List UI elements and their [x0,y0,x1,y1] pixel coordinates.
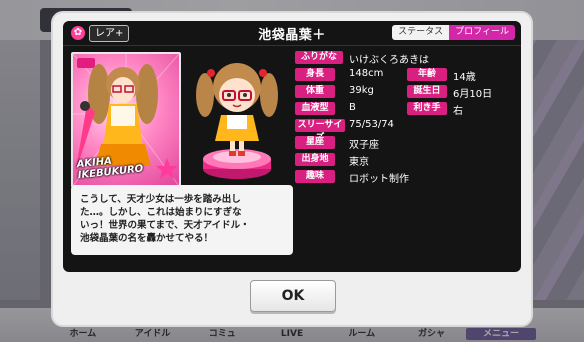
value-hobby: ロボット制作 [349,174,409,185]
label-blood-type: 血液型 [295,102,335,115]
description-line: こうして、天才少女は一歩を踏み出し [80,194,241,205]
value-birthday: 6月10日 [453,89,493,100]
label-birthplace: 出身地 [295,153,335,166]
value-birthplace: 東京 [349,157,369,168]
label-height: 身長 [295,68,335,81]
label-three-size: スリーサイズ [295,119,345,143]
label-birthday: 誕生日 [407,85,447,98]
label-age: 年齢 [407,68,447,81]
tab-status[interactable]: ステータス [392,25,450,40]
value-blood-type: B [349,102,356,113]
label-hobby: 趣味 [295,170,335,183]
card-description: こうして、天才少女は一歩を踏み出し た…。しかし、これは始まりにすぎな いっ！世… [71,185,293,255]
value-star-sign: 双子座 [349,140,379,151]
value-three-size: 75/53/74 [349,119,394,130]
tab-bar: ステータス プロフィール [392,25,515,40]
value-dominant-hand: 右 [453,106,463,117]
dialog-content: ✿ レア+ 池袋晶葉＋ ステータス プロフィール AKIHA IKEBUKURO… [63,21,521,272]
value-weight: 39kg [349,85,374,96]
label-weight: 体重 [295,85,335,98]
label-furigana: ふりがな [295,51,343,64]
description-line: いっ！世界の果てまで、天才アイドル・ [80,220,250,231]
description-line: た…。しかし、これは始まりにすぎな [80,207,242,218]
label-dominant-hand: 利き手 [407,102,447,115]
ok-button[interactable]: OK [250,280,336,312]
description-line: 池袋晶葉の名を轟かせてやる！ [80,233,214,244]
label-star-sign: 星座 [295,136,335,149]
value-furigana: いけぶくろあきは [349,55,429,66]
value-age: 14歳 [453,72,476,83]
value-height: 148cm [349,68,384,79]
dialog-header: ✿ レア+ 池袋晶葉＋ ステータス プロフィール [63,21,521,46]
card-image[interactable]: AKIHA IKEBUKURO [71,52,181,188]
card-profile-dialog: ✿ レア+ 池袋晶葉＋ ステータス プロフィール AKIHA IKEBUKURO… [53,13,531,325]
tab-profile[interactable]: プロフィール [449,25,515,40]
chibi-figure [196,63,278,179]
